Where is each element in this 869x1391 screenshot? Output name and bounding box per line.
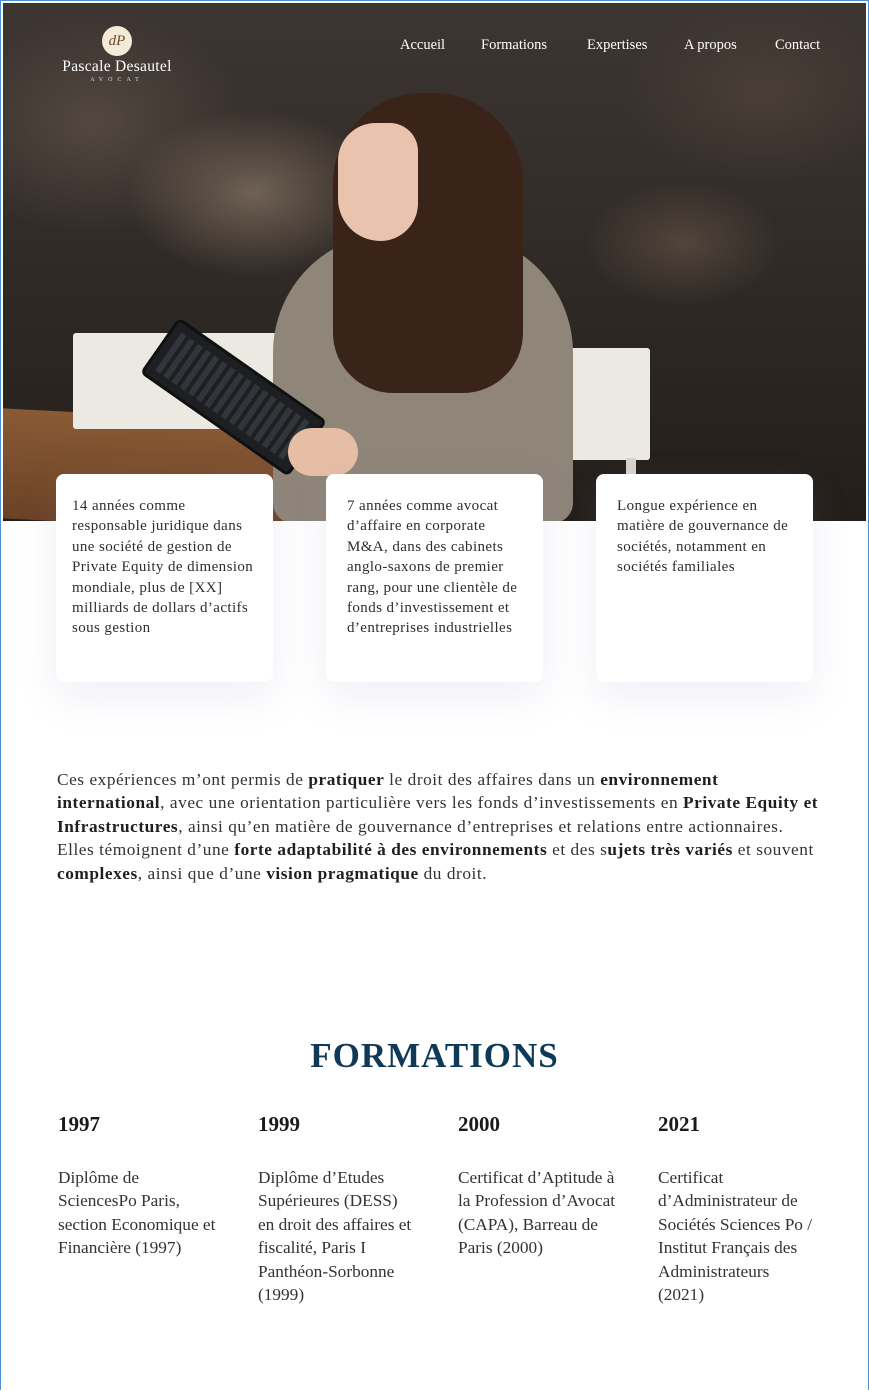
bold-segment: ujets très variés <box>607 840 733 860</box>
formation-item: 2000 Certificat d’Aptitude à la Professi… <box>458 1112 618 1260</box>
formations-title: FORMATIONS <box>310 1036 559 1075</box>
nav-link-expertises[interactable]: Expertises <box>587 37 647 54</box>
text-segment: , avec une orientation particulière vers… <box>160 793 684 813</box>
formation-description: Diplôme d’Etudes Supérieures (DESS) en d… <box>258 1168 412 1305</box>
formation-item: 2021 Certificat d’Administrateur de Soci… <box>658 1112 818 1306</box>
bold-segment: forte adaptabilité à des environnements <box>234 840 548 860</box>
text-segment: Elles témoignent d’une <box>57 840 235 860</box>
formation-description: Diplôme de SciencesPo Paris, section Eco… <box>58 1168 216 1258</box>
experience-card-text: 7 années comme avocat d’affaire en corpo… <box>347 498 518 637</box>
formation-description: Certificat d’Administrateur de Sociétés … <box>658 1168 813 1305</box>
logo-subtitle: AVOCAT <box>90 77 144 83</box>
site-logo[interactable]: dP Pascale Desautel AVOCAT <box>52 26 182 83</box>
logo-name: Pascale Desautel <box>62 58 172 75</box>
formation-item: 1997 Diplôme de SciencesPo Paris, sectio… <box>58 1112 218 1260</box>
intro-paragraph: Ces expériences m’ont permis de pratique… <box>57 768 827 838</box>
intro-paragraph: Elles témoignent d’une forte adaptabilit… <box>57 838 827 885</box>
bold-segment: vision pragmatique <box>266 863 419 883</box>
text-segment: du droit. <box>418 863 488 883</box>
experience-card: Longue expérience en matière de gouverna… <box>596 474 813 682</box>
text-segment: Ces expériences m’ont permis de <box>57 770 309 789</box>
bold-segment: pratiquer <box>308 770 385 789</box>
formation-year: 2021 <box>658 1112 700 1136</box>
experience-card-text: 14 années comme responsable juridique da… <box>72 498 254 637</box>
text-segment: et souvent <box>732 840 814 860</box>
formation-year: 2000 <box>458 1112 500 1136</box>
hero-person-face <box>338 123 418 241</box>
formation-item: 1999 Diplôme d’Etudes Supérieures (DESS)… <box>258 1112 418 1306</box>
bold-segment: complexes <box>57 863 138 883</box>
nav-link-formations[interactable]: Formations <box>481 37 547 54</box>
logo-monogram-icon: dP <box>102 26 132 56</box>
experience-card: 14 années comme responsable juridique da… <box>56 474 273 682</box>
formation-year: 1997 <box>58 1112 100 1136</box>
experience-card: 7 années comme avocat d’affaire en corpo… <box>326 474 543 682</box>
text-segment: , ainsi que d’une <box>137 863 267 883</box>
text-segment: , ainsi qu’en matière de gouvernance d’e… <box>178 816 784 836</box>
text-segment: et des s <box>547 840 608 860</box>
text-segment: le droit des affaires dans un <box>384 770 601 789</box>
nav-link-accueil[interactable]: Accueil <box>400 37 445 54</box>
intro-text: Ces expériences m’ont permis de pratique… <box>57 768 827 885</box>
nav-link-contact[interactable]: Contact <box>775 37 820 54</box>
hero-person-hand <box>288 428 358 476</box>
formation-year: 1999 <box>258 1112 300 1136</box>
experience-card-text: Longue expérience en matière de gouverna… <box>617 498 789 576</box>
formation-description: Certificat d’Aptitude à la Profession d’… <box>458 1168 616 1258</box>
nav-link-a-propos[interactable]: A propos <box>684 37 737 54</box>
